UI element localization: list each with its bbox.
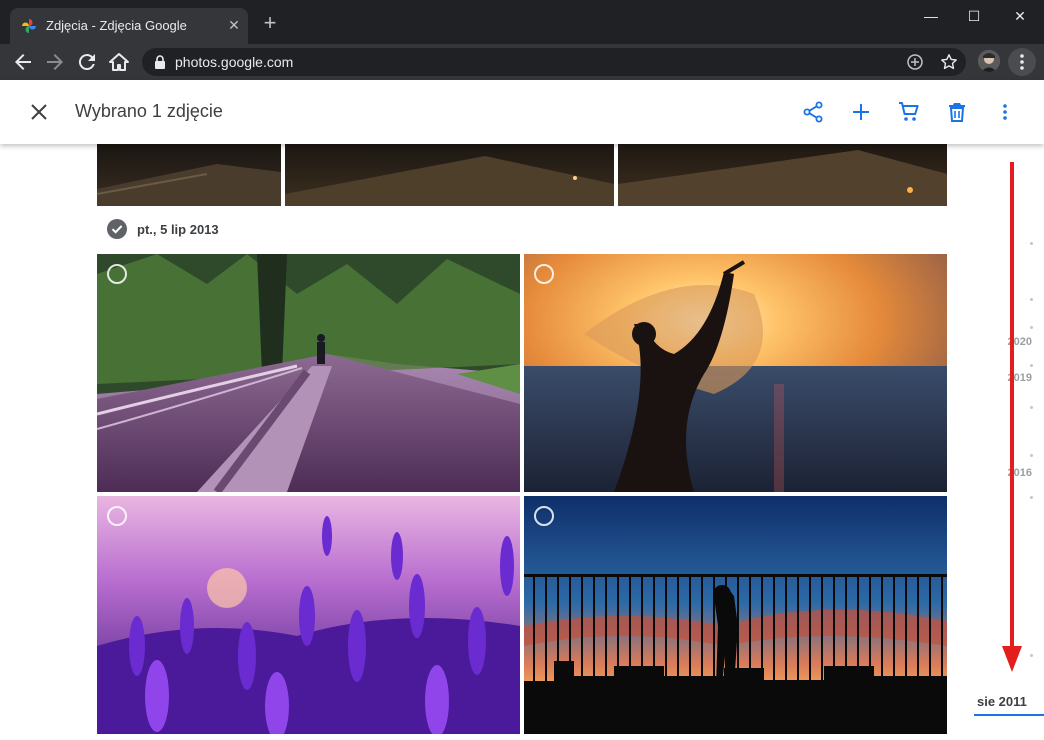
url-text: photos.google.com bbox=[175, 54, 294, 70]
tab-close-icon[interactable]: ✕ bbox=[226, 17, 242, 33]
home-icon[interactable] bbox=[107, 50, 131, 74]
red-arrow-annotation bbox=[1002, 162, 1022, 672]
lock-icon bbox=[155, 55, 165, 69]
photo-sunset-silhouette[interactable] bbox=[524, 254, 947, 492]
selection-title: Wybrano 1 zdjęcie bbox=[75, 101, 223, 121]
maximize-icon[interactable]: ☐ bbox=[959, 6, 989, 26]
forward-icon[interactable] bbox=[43, 50, 67, 74]
more-vert-icon[interactable] bbox=[993, 100, 1017, 124]
close-icon[interactable] bbox=[27, 100, 51, 124]
photo-fence-silhouette[interactable] bbox=[524, 496, 947, 734]
add-icon[interactable] bbox=[849, 100, 873, 124]
browser-toolbar: photos.google.com bbox=[0, 44, 1044, 80]
scrubber-dot bbox=[1030, 496, 1033, 499]
select-circle[interactable] bbox=[534, 264, 554, 284]
browser-menu-icon[interactable] bbox=[1008, 48, 1036, 76]
select-circle[interactable] bbox=[534, 506, 554, 526]
minimize-icon[interactable]: — bbox=[916, 6, 946, 26]
scrubber-dot bbox=[1030, 326, 1033, 329]
photo-thumbnail[interactable] bbox=[97, 144, 281, 206]
photo-thumbnail[interactable] bbox=[285, 144, 614, 206]
tab-title: Zdjęcia - Zdjęcia Google bbox=[46, 18, 187, 33]
scrubber-dot bbox=[1030, 242, 1033, 245]
share-icon[interactable] bbox=[801, 100, 825, 124]
scrubber-current-date: sie 2011 bbox=[977, 694, 1027, 709]
select-circle[interactable] bbox=[107, 506, 127, 526]
browser-tab[interactable]: Zdjęcia - Zdjęcia Google ✕ bbox=[10, 8, 248, 44]
photo-lavender-field[interactable] bbox=[97, 496, 520, 734]
browser-titlebar: Zdjęcia - Zdjęcia Google ✕ + — ☐ ✕ bbox=[0, 0, 1044, 44]
photo-grid: pt., 5 lip 2013 bbox=[0, 144, 1044, 740]
date-label: pt., 5 lip 2013 bbox=[137, 222, 219, 237]
reload-icon[interactable] bbox=[75, 50, 99, 74]
check-circle-icon[interactable] bbox=[107, 219, 127, 239]
scrubber-dot bbox=[1030, 654, 1033, 657]
profile-avatar[interactable] bbox=[978, 50, 1000, 72]
install-app-icon[interactable] bbox=[906, 53, 924, 71]
photo-thumbnail[interactable] bbox=[618, 144, 947, 206]
scrubber-dot bbox=[1030, 364, 1033, 367]
scrubber-position-line bbox=[974, 714, 1044, 716]
scrubber-dot bbox=[1030, 454, 1033, 457]
address-bar[interactable]: photos.google.com bbox=[142, 48, 966, 76]
photo-forest-road[interactable] bbox=[97, 254, 520, 492]
scrubber-dot bbox=[1030, 298, 1033, 301]
select-circle[interactable] bbox=[107, 264, 127, 284]
scrubber-dot bbox=[1030, 406, 1033, 409]
cart-icon[interactable] bbox=[897, 100, 921, 124]
back-icon[interactable] bbox=[11, 50, 35, 74]
selection-header: Wybrano 1 zdjęcie bbox=[0, 80, 1044, 144]
new-tab-icon[interactable]: + bbox=[260, 12, 280, 34]
delete-icon[interactable] bbox=[945, 100, 969, 124]
window-close-icon[interactable]: ✕ bbox=[1005, 6, 1035, 26]
bookmark-star-icon[interactable] bbox=[940, 53, 958, 71]
google-photos-favicon bbox=[22, 19, 36, 33]
